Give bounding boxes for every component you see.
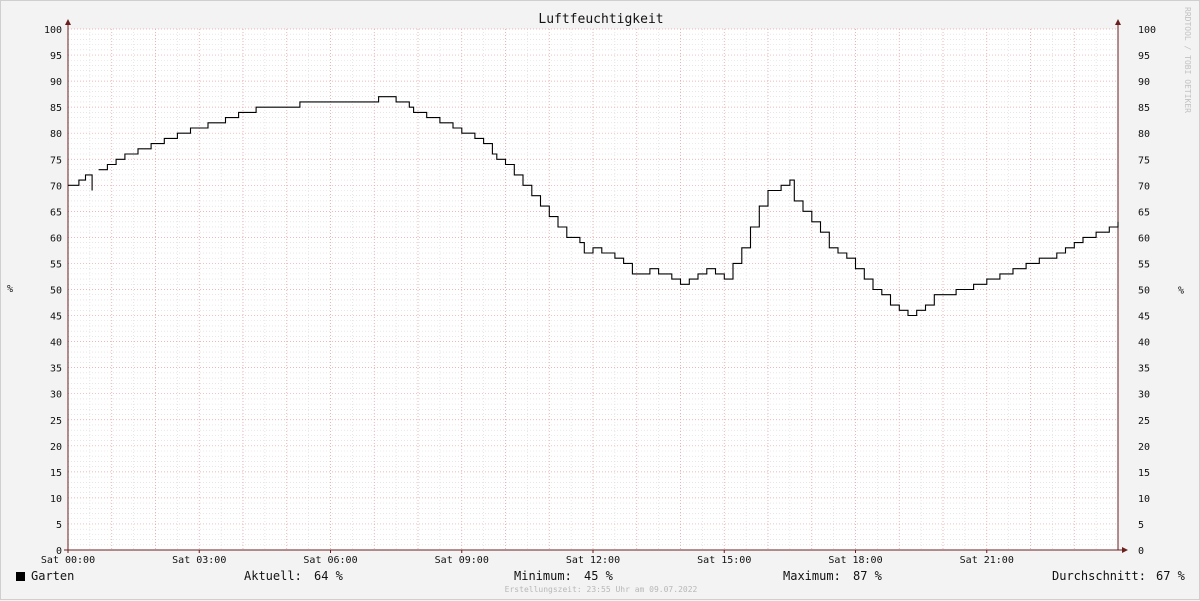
y-tick-label-left: 70 [50,181,62,192]
y-tick-label-left: 25 [50,416,62,427]
y-tick-label-left: 65 [50,207,62,218]
y-tick-label-left: 85 [50,103,62,114]
rrdtool-watermark: RRDTOOL / TOBI OETIKER [1183,7,1192,113]
y-tick-label-left: 75 [50,155,62,166]
y-tick-label-left: 45 [50,312,62,323]
y-tick-label-right: 50 [1138,286,1150,297]
y-tick-label-right: 95 [1138,51,1150,62]
x-tick-label: Sat 09:00 [435,555,489,566]
y-tick-label-right: 75 [1138,155,1150,166]
y-tick-label-right: 25 [1138,416,1150,427]
y-tick-label-right: 20 [1138,442,1150,453]
y-tick-label-left: 30 [50,390,62,401]
y-axis-label-right: % [1178,286,1184,297]
legend-max-value: 87 % [853,569,882,583]
legend-min-value: 45 % [584,569,613,583]
y-tick-label-right: 45 [1138,312,1150,323]
y-tick-label-left: 90 [50,77,62,88]
y-tick-label-left: 50 [50,286,62,297]
y-tick-label-left: 40 [50,338,62,349]
y-tick-label-left: 55 [50,259,62,270]
y-tick-label-left: 60 [50,233,62,244]
legend-current-label: Aktuell: [244,569,302,583]
x-tick-label: Sat 12:00 [566,555,620,566]
chart-container: 0 0 5 5 10 10 15 15 20 20 25 25 30 30 35 35 40 40 45 45 50 50… [0,0,1200,600]
legend-avg-value: 67 % [1156,569,1185,583]
y-tick-label-left: 35 [50,364,62,375]
legend-min-label: Minimum: [514,569,572,583]
y-tick-label-right: 70 [1138,181,1150,192]
y-tick-label-left: 5 [56,520,62,531]
x-tick-label: Sat 21:00 [960,555,1014,566]
y-tick-label-right: 80 [1138,129,1150,140]
y-tick-label-right: 85 [1138,103,1150,114]
x-axis-arrow [1122,547,1128,553]
y-tick-label-left: 95 [50,51,62,62]
x-tick-label: Sat 00:00 [41,555,95,566]
y-tick-label-left: 15 [50,468,62,479]
y-tick-label-left: 20 [50,442,62,453]
y-tick-label-right: 35 [1138,364,1150,375]
legend-row: Garten Aktuell: 64 % Minimum: 45 % Maxim… [1,567,1200,587]
chart-svg: 0 05 510 1015 1520 2025 2530 3035 3540 4045 4550 50… [41,19,1184,566]
y-tick-label-right: 55 [1138,259,1150,270]
x-tick-label: Sat 06:00 [303,555,357,566]
y-tick-label-left: 80 [50,129,62,140]
chart-title: Luftfeuchtigkeit [538,12,664,27]
legend-current-value: 64 % [314,569,343,583]
y-tick-label-right: 15 [1138,468,1150,479]
legend-series-name: Garten [31,569,75,583]
y-tick-label-right: 5 [1138,520,1144,531]
x-tick-label: Sat 15:00 [697,555,751,566]
footer-timestamp: Erstellungszeit: 23:55 Uhr am 09.07.2022 [504,585,698,594]
x-tick-label: Sat 18:00 [828,555,882,566]
y-tick-label-right: 40 [1138,338,1150,349]
legend-max-label: Maximum: [783,569,841,583]
y-tick-label-right: 60 [1138,233,1150,244]
y-tick-label-right: 0 [1138,546,1144,557]
y-tick-label-left: 10 [50,494,62,505]
y-tick-label-right: 90 [1138,77,1150,88]
y-tick-label-right: 65 [1138,207,1150,218]
y-tick-label-right: 30 [1138,390,1150,401]
legend-avg-label: Durchschnitt: [1052,569,1146,583]
y-tick-label-right: 10 [1138,494,1150,505]
x-tick-label: Sat 03:00 [172,555,226,566]
y-axis-label-left: % [7,284,14,295]
